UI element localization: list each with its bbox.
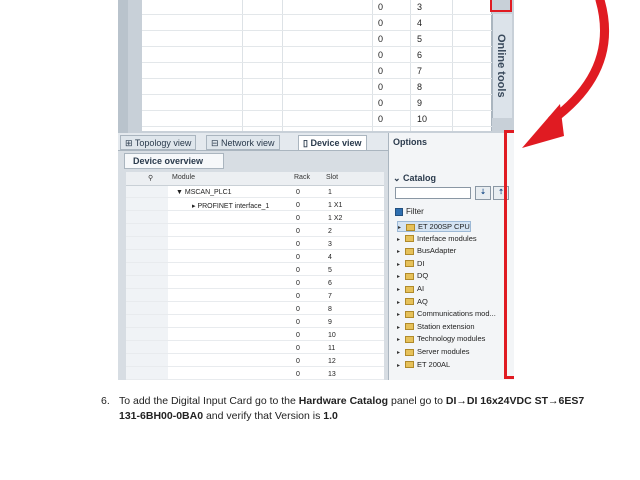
expand-arrow-icon[interactable]: ▸ (397, 261, 405, 268)
table-row: 03 (142, 0, 492, 15)
table-row[interactable]: 0 13 (126, 369, 384, 380)
table-row[interactable]: 0 11 (126, 343, 384, 354)
tab-network-view[interactable]: ⊟ Network view (206, 135, 280, 150)
table-row[interactable]: 04 (126, 252, 384, 263)
options-title: Options (393, 137, 427, 147)
table-row[interactable]: 09 (126, 317, 384, 328)
folder-icon (405, 310, 414, 318)
device-overview-table: ⚲ Module Rack Slot ▼ MSCAN_PLC1 0 1 ▸ PROFI… (126, 172, 384, 380)
table-row: 04 (142, 16, 492, 31)
folder-icon (405, 298, 414, 306)
folder-icon (405, 361, 414, 369)
upper-grid: 03 04 05 06 07 08 09 0 10 (142, 0, 492, 131)
expand-arrow-icon[interactable]: ▸ (397, 324, 405, 331)
catalog-item[interactable]: ▸ ET 200SP CPU (397, 221, 471, 232)
folder-icon (405, 260, 414, 268)
catalog-item[interactable]: ▸ ET 200AL (397, 360, 450, 369)
table-row: 05 (142, 32, 492, 47)
table-row[interactable]: 02 (126, 226, 384, 237)
folder-icon (406, 223, 415, 231)
table-row[interactable]: 07 (126, 291, 384, 302)
checkbox-icon (395, 207, 403, 216)
catalog-highlight-box (504, 130, 514, 379)
table-row: 06 (142, 48, 492, 63)
catalog-item[interactable]: ▸ Server modules (397, 347, 470, 356)
filter-icon[interactable]: ⚲ (148, 174, 153, 182)
table-row[interactable]: ▸ PROFINET interface_1 0 1 X1 (126, 200, 384, 211)
catalog-item[interactable]: ▸ AQ (397, 297, 428, 306)
red-arrow-icon (522, 0, 610, 148)
filter-checkbox[interactable]: Filter (395, 207, 424, 216)
tab-topology-view[interactable]: ⊞ Topology view (120, 135, 197, 150)
table-row[interactable]: ▼ MSCAN_PLC1 0 1 (126, 187, 384, 198)
device-overview-tab[interactable]: Device overview (124, 153, 224, 169)
table-row: 07 (142, 64, 492, 79)
catalog-item[interactable]: ▸ BusAdapter (397, 246, 456, 255)
table-row: 08 (142, 80, 492, 95)
folder-icon (405, 272, 414, 280)
table-row[interactable]: 01 X2 (126, 213, 384, 224)
expand-arrow-icon[interactable]: ▸ (397, 299, 405, 306)
table-row: 09 (142, 96, 492, 111)
expand-arrow-icon[interactable]: ▸ (397, 236, 405, 243)
table-row: 0 10 (142, 112, 492, 127)
tab-device-view[interactable]: ▯ Device view (298, 135, 367, 150)
network-icon: ⊟ (211, 138, 222, 148)
folder-icon (405, 323, 414, 331)
catalog-header[interactable]: ⌄ Catalog (393, 173, 436, 184)
upper-device-table: 03 04 05 06 07 08 09 0 10 Online tools (118, 0, 514, 133)
table-row[interactable]: 0 10 (126, 330, 384, 341)
folder-icon (405, 235, 414, 243)
view-tab-bar: ⊞ Topology view ⊟ Network view ▯ Device … (118, 133, 388, 151)
expand-arrow-icon[interactable]: ▸ (397, 286, 405, 293)
catalog-item[interactable]: ▸ Communications mod... (397, 309, 496, 318)
expand-arrow-icon[interactable]: ▸ (397, 311, 405, 318)
expand-arrow-icon[interactable]: ▸ (397, 349, 405, 356)
table-row[interactable]: 05 (126, 265, 384, 276)
folder-icon (405, 348, 414, 356)
catalog-item[interactable]: ▸ DI (397, 259, 425, 268)
folder-icon (405, 247, 414, 255)
expand-arrow-icon[interactable]: ▸ (397, 248, 405, 255)
expand-arrow-icon[interactable]: ▸ (398, 224, 406, 231)
table-row[interactable]: 06 (126, 278, 384, 289)
catalog-item[interactable]: ▸ DQ (397, 271, 428, 280)
expand-arrow-icon[interactable]: ▸ (397, 336, 405, 343)
catalog-item[interactable]: ▸ Station extension (397, 322, 475, 331)
tia-portal-screenshot: 03 04 05 06 07 08 09 0 10 Online tools ⊞ … (118, 0, 514, 380)
table-row[interactable]: 08 (126, 304, 384, 315)
search-down-button[interactable]: ⇣ (475, 186, 491, 200)
catalog-item[interactable]: ▸ AI (397, 284, 424, 293)
left-scroll-strip (118, 0, 128, 133)
table-row[interactable]: 0 12 (126, 356, 384, 367)
folder-icon (405, 285, 414, 293)
expand-arrow-icon[interactable]: ▸ (397, 273, 405, 280)
folder-icon (405, 335, 414, 343)
catalog-search-input[interactable] (395, 187, 471, 199)
catalog-item[interactable]: ▸ Technology modules (397, 334, 485, 343)
expand-arrow-icon[interactable]: ▸ (397, 362, 405, 369)
catalog-item[interactable]: ▸ Interface modules (397, 234, 477, 243)
topology-icon: ⊞ (125, 138, 135, 148)
options-panel: Options ⌄ Catalog ⇣ ⇡ Filter ▸ ET 200SP C… (388, 133, 514, 380)
table-row[interactable]: 03 (126, 239, 384, 250)
table-header: ⚲ Module Rack Slot (126, 172, 384, 186)
